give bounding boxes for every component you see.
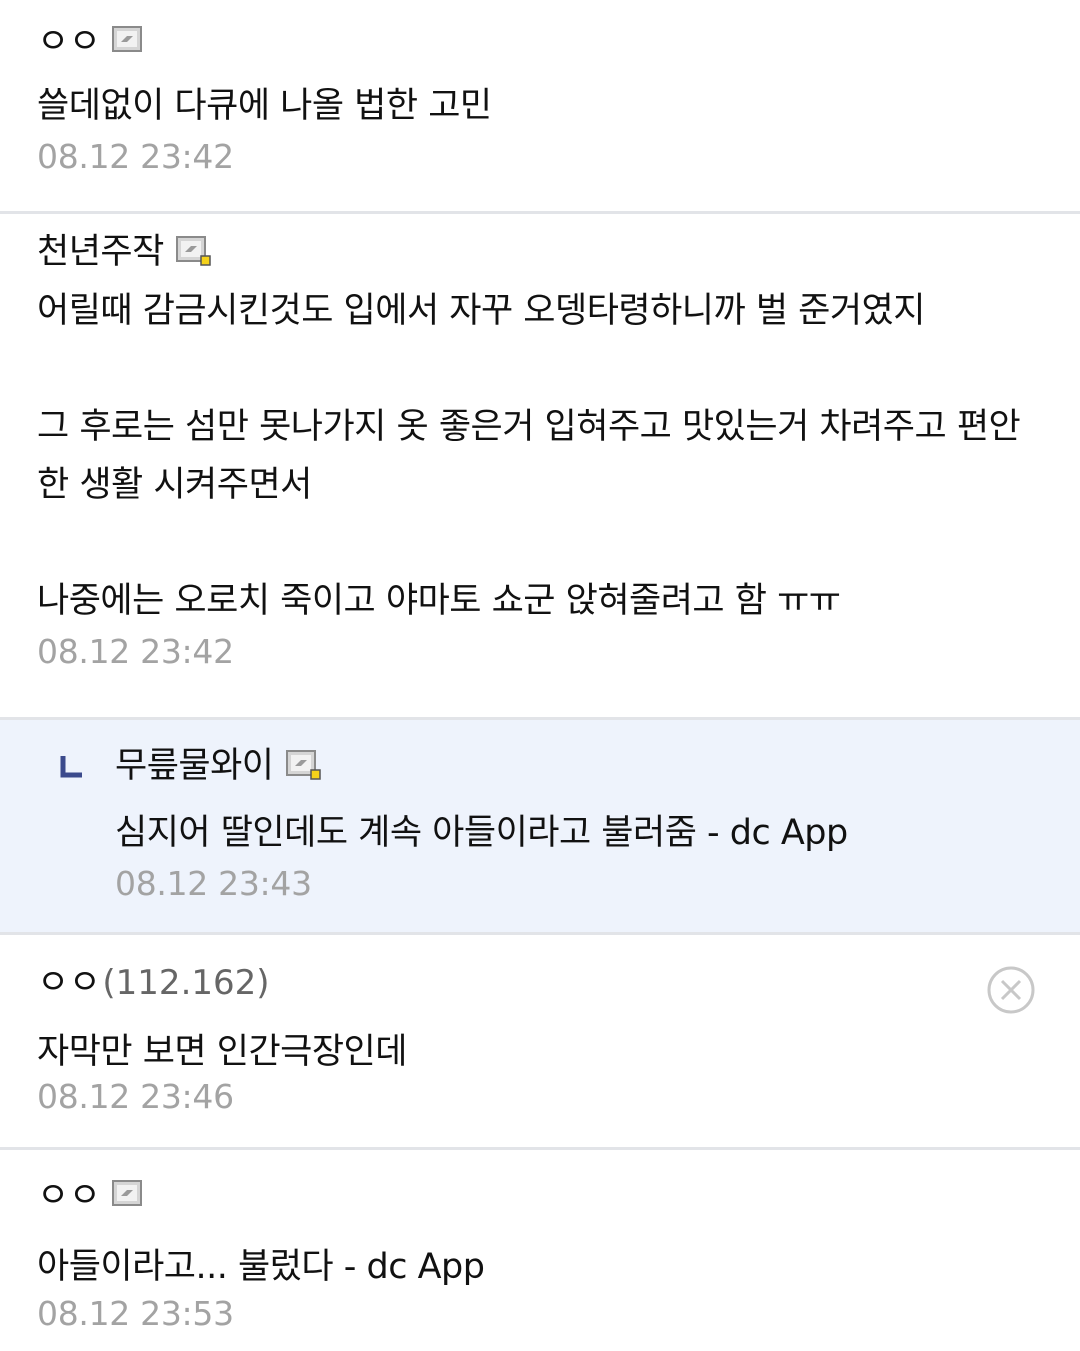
- reply-item: 무릎물와이 심지어 딸인데도 계속 아들이라고 불러줌 - dc App 08.…: [0, 720, 1080, 935]
- comment-nickname[interactable]: ㅇㅇ: [37, 1174, 101, 1218]
- comment-timestamp: 08.12 23:43: [115, 864, 312, 903]
- comment-nickname[interactable]: ㅇㅇ: [37, 961, 101, 1005]
- comment-text: 쓸데없이 다큐에 나올 법한 고민: [37, 86, 492, 126]
- comment-timestamp: 08.12 23:53: [37, 1294, 234, 1333]
- comment-item: 천년주작 어릴때 감금시킨것도 입에서 자꾸 오뎅타령하니까 벌 준거였지 그 …: [0, 214, 1080, 720]
- comment-ip: (112.162): [102, 963, 270, 1003]
- comment-nickname[interactable]: 천년주작: [37, 230, 164, 274]
- comment-item: ㅇㅇ (112.162) 자막만 보면 인간극장인데 08.12 23:46: [0, 935, 1080, 1150]
- comment-nickname[interactable]: 무릎물와이: [115, 744, 274, 788]
- comment-nickname[interactable]: ㅇㅇ: [37, 20, 101, 64]
- gallog-icon[interactable]: [112, 1180, 143, 1206]
- comment-text: 어릴때 감금시킨것도 입에서 자꾸 오뎅타령하니까 벌 준거였지 그 후로는 섬…: [37, 291, 1021, 621]
- delete-icon[interactable]: [986, 965, 1036, 1015]
- comment-item: ㅇㅇ 아들이라고... 불렀다 - dc App 08.12 23:53: [0, 1150, 1080, 1348]
- comment-timestamp: 08.12 23:42: [37, 632, 234, 671]
- gallog-fixed-icon[interactable]: [285, 750, 321, 780]
- comment-timestamp: 08.12 23:46: [37, 1077, 234, 1116]
- gallog-icon[interactable]: [112, 26, 143, 52]
- comment-text: 아들이라고... 불렀다 - dc App: [37, 1247, 485, 1287]
- comment-text: 심지어 딸인데도 계속 아들이라고 불러줌 - dc App: [115, 813, 848, 853]
- reply-arrow-icon: [60, 754, 84, 778]
- gallog-fixed-icon[interactable]: [175, 236, 211, 266]
- comment-item: ㅇㅇ 쓸데없이 다큐에 나올 법한 고민 08.12 23:42: [0, 0, 1080, 214]
- comment-timestamp: 08.12 23:42: [37, 137, 234, 176]
- comment-text: 자막만 보면 인간극장인데: [37, 1032, 407, 1072]
